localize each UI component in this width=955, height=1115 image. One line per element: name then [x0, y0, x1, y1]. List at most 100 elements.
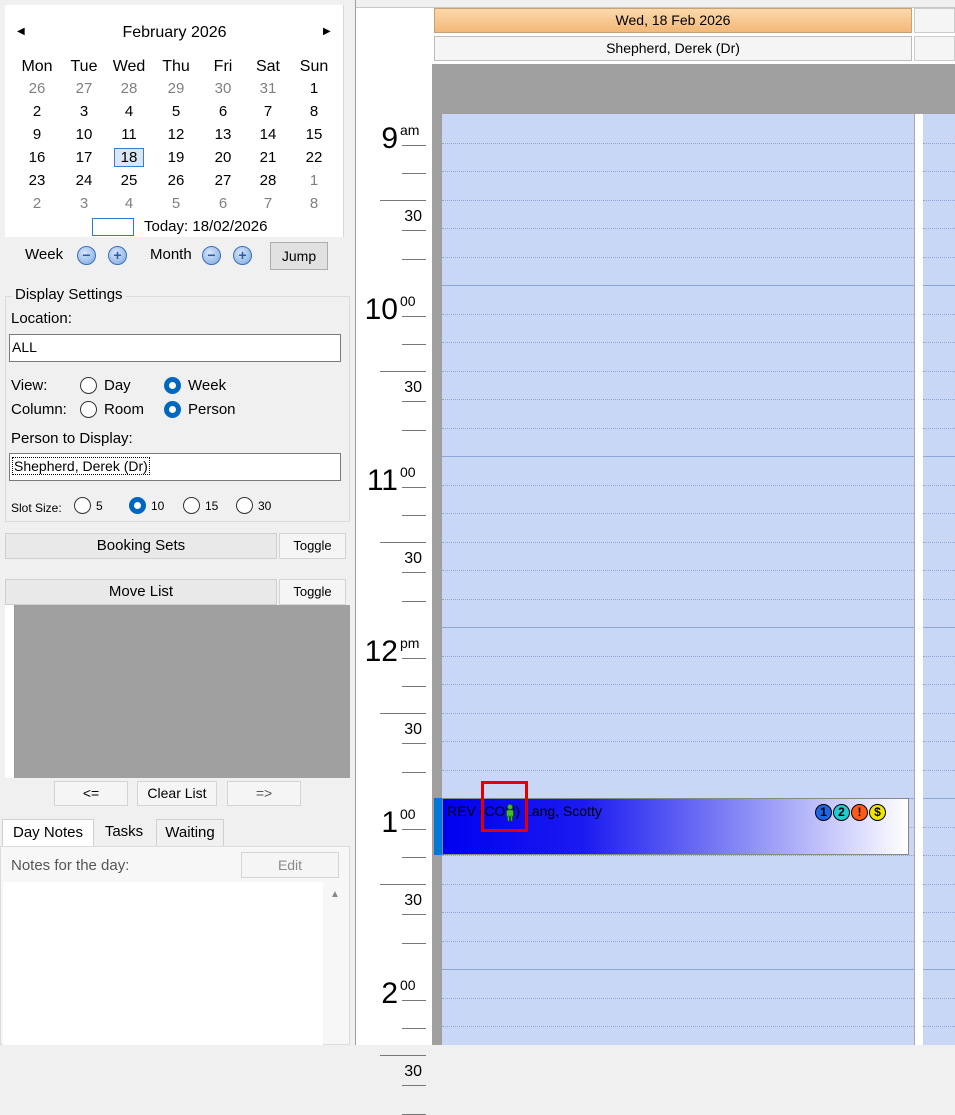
calendar-day[interactable]: 31: [245, 78, 291, 100]
calendar-day-number[interactable]: 25: [121, 172, 138, 189]
tab-waiting[interactable]: Waiting: [156, 819, 224, 847]
calendar-day-number[interactable]: 21: [260, 149, 277, 166]
calendar-day[interactable]: 17: [61, 147, 107, 169]
calendar-day-number[interactable]: 6: [219, 195, 227, 212]
calendar-day-number[interactable]: 28: [121, 80, 138, 97]
calendar-day-number[interactable]: 5: [172, 103, 180, 120]
view-week-label[interactable]: Week: [188, 377, 226, 394]
scroll-up-icon[interactable]: ▲: [330, 889, 340, 900]
calendar-day-number[interactable]: 10: [76, 126, 93, 143]
date-header[interactable]: Wed, 18 Feb 2026: [434, 8, 912, 33]
calendar-day-number[interactable]: 2: [33, 195, 41, 212]
calendar-day-number[interactable]: 18: [113, 148, 145, 167]
calendar-day-number[interactable]: 28: [260, 172, 277, 189]
calendar-day-number[interactable]: 3: [80, 103, 88, 120]
move-next-button[interactable]: =>: [227, 781, 301, 806]
calendar-day[interactable]: 14: [245, 124, 291, 146]
calendar-day[interactable]: 28: [106, 78, 152, 100]
calendar-day-number[interactable]: 17: [76, 149, 93, 166]
calendar-day[interactable]: 8: [291, 101, 337, 123]
person-header[interactable]: Shepherd, Derek (Dr): [434, 36, 912, 61]
calendar-day[interactable]: 23: [14, 170, 60, 192]
calendar-day-number[interactable]: 24: [76, 172, 93, 189]
calendar-day[interactable]: 13: [200, 124, 246, 146]
slot-15-radio[interactable]: [183, 497, 200, 514]
person-header-next[interactable]: [914, 36, 955, 61]
calendar-day[interactable]: 28: [245, 170, 291, 192]
calendar-day[interactable]: 5: [153, 101, 199, 123]
calendar-day[interactable]: 26: [153, 170, 199, 192]
calendar-day-number[interactable]: 27: [76, 80, 93, 97]
calendar-day[interactable]: 10: [61, 124, 107, 146]
calendar-day-number[interactable]: 3: [80, 195, 88, 212]
calendar-day-number[interactable]: 31: [260, 80, 277, 97]
jump-button[interactable]: Jump: [270, 242, 328, 270]
move-list-toggle-button[interactable]: Toggle: [279, 579, 346, 605]
calendar-day[interactable]: 7: [245, 193, 291, 215]
calendar-day-number[interactable]: 30: [215, 80, 232, 97]
location-field[interactable]: ALL: [9, 334, 341, 362]
calendar-day-number[interactable]: 29: [168, 80, 185, 97]
calendar-day[interactable]: 21: [245, 147, 291, 169]
calendar-day[interactable]: 2: [14, 193, 60, 215]
calendar-day[interactable]: 4: [106, 101, 152, 123]
view-day-radio[interactable]: [80, 377, 97, 394]
person-to-display-field[interactable]: Shepherd, Derek (Dr): [9, 453, 341, 481]
calendar-day[interactable]: 11: [106, 124, 152, 146]
week-minus-button[interactable]: −: [77, 246, 96, 265]
calendar-day[interactable]: 27: [61, 78, 107, 100]
calendar-day[interactable]: 12: [153, 124, 199, 146]
move-prev-button[interactable]: <=: [54, 781, 128, 806]
calendar-day[interactable]: 1: [291, 78, 337, 100]
calendar-day-number[interactable]: 6: [219, 103, 227, 120]
date-header-next[interactable]: [914, 8, 955, 33]
slot-10-radio[interactable]: [129, 497, 146, 514]
calendar-day-number[interactable]: 4: [125, 195, 133, 212]
calendar-day-number[interactable]: 11: [121, 126, 137, 143]
calendar-day[interactable]: 15: [291, 124, 337, 146]
slot-15-label[interactable]: 15: [205, 499, 218, 513]
column-person-radio[interactable]: [164, 401, 181, 418]
calendar-day-number[interactable]: 26: [29, 80, 46, 97]
calendar-day[interactable]: 30: [200, 78, 246, 100]
calendar-day[interactable]: 2: [14, 101, 60, 123]
calendar-day-number[interactable]: 22: [306, 149, 323, 166]
column-person-label[interactable]: Person: [188, 401, 236, 418]
calendar-day[interactable]: 24: [61, 170, 107, 192]
calendar-day[interactable]: 7: [245, 101, 291, 123]
calendar-day[interactable]: 29: [153, 78, 199, 100]
calendar-day[interactable]: 8: [291, 193, 337, 215]
column-room-radio[interactable]: [80, 401, 97, 418]
slot-5-label[interactable]: 5: [96, 499, 103, 513]
calendar-day[interactable]: 18: [106, 147, 152, 169]
calendar-day-number[interactable]: 20: [215, 149, 232, 166]
calendar-day[interactable]: 27: [200, 170, 246, 192]
calendar-day-number[interactable]: 26: [168, 172, 185, 189]
calendar-day[interactable]: 6: [200, 193, 246, 215]
calendar-day-number[interactable]: 12: [168, 126, 185, 143]
calendar-day[interactable]: 9: [14, 124, 60, 146]
calendar-day[interactable]: 22: [291, 147, 337, 169]
week-plus-button[interactable]: +: [108, 246, 127, 265]
notes-edit-button[interactable]: Edit: [241, 852, 339, 878]
today-label[interactable]: Today: 18/02/2026: [144, 218, 267, 235]
tab-tasks[interactable]: Tasks: [96, 819, 152, 847]
clear-list-button[interactable]: Clear List: [137, 781, 217, 806]
booking-sets-bar[interactable]: Booking Sets: [5, 533, 277, 559]
calendar-day[interactable]: 25: [106, 170, 152, 192]
view-week-radio[interactable]: [164, 377, 181, 394]
calendar-day[interactable]: 3: [61, 101, 107, 123]
slot-30-label[interactable]: 30: [258, 499, 271, 513]
calendar-day-number[interactable]: 8: [310, 103, 318, 120]
calendar-day[interactable]: 19: [153, 147, 199, 169]
move-list-bar[interactable]: Move List: [5, 579, 277, 605]
next-month-icon[interactable]: ▶: [323, 26, 331, 37]
today-indicator[interactable]: [92, 218, 134, 236]
slot-10-label[interactable]: 10: [151, 499, 164, 513]
calendar-day[interactable]: 6: [200, 101, 246, 123]
move-list-area[interactable]: [5, 605, 350, 778]
tab-day-notes[interactable]: Day Notes: [2, 819, 94, 847]
column-room-label[interactable]: Room: [104, 401, 144, 418]
calendar-day[interactable]: 16: [14, 147, 60, 169]
slot-30-radio[interactable]: [236, 497, 253, 514]
